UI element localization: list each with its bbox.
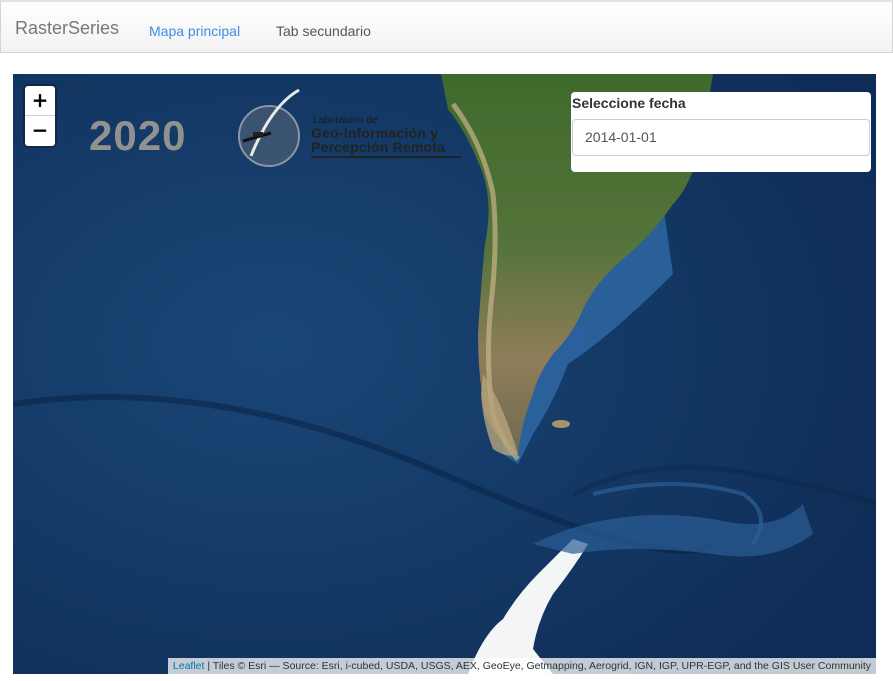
app-brand[interactable]: RasterSeries <box>15 18 119 39</box>
leaflet-link[interactable]: Leaflet <box>173 660 205 672</box>
globe-satellite-icon <box>238 88 300 167</box>
logo-line-2: Percepción Remota <box>311 139 446 155</box>
date-panel: Seleccione fecha 2014-01-01 <box>571 92 871 172</box>
logo-rule <box>311 156 461 158</box>
map-attribution: Leaflet | Tiles © Esri — Source: Esri, i… <box>167 658 876 674</box>
logo-line-1: Geo-Información y <box>311 125 439 141</box>
tab-secundario[interactable]: Tab secundario <box>276 23 371 39</box>
lab-logo: 2020 Laboratorio de Geo-Información y Pe… <box>89 86 469 182</box>
attribution-text: | Tiles © Esri — Source: Esri, i-cubed, … <box>204 660 871 672</box>
navbar: RasterSeries Mapa principal Tab secundar… <box>0 0 893 53</box>
logo-year: 2020 <box>89 112 187 159</box>
zoom-control: + − <box>25 86 55 146</box>
date-input[interactable]: 2014-01-01 <box>572 119 870 156</box>
zoom-in-button[interactable]: + <box>25 86 55 116</box>
tab-mapa-principal[interactable]: Mapa principal <box>149 23 240 39</box>
zoom-out-button[interactable]: − <box>25 116 55 146</box>
map-container[interactable]: + − 2020 Laboratorio de Geo-Información … <box>13 74 876 674</box>
date-label: Seleccione fecha <box>572 95 686 111</box>
falkland-islands <box>552 420 570 428</box>
